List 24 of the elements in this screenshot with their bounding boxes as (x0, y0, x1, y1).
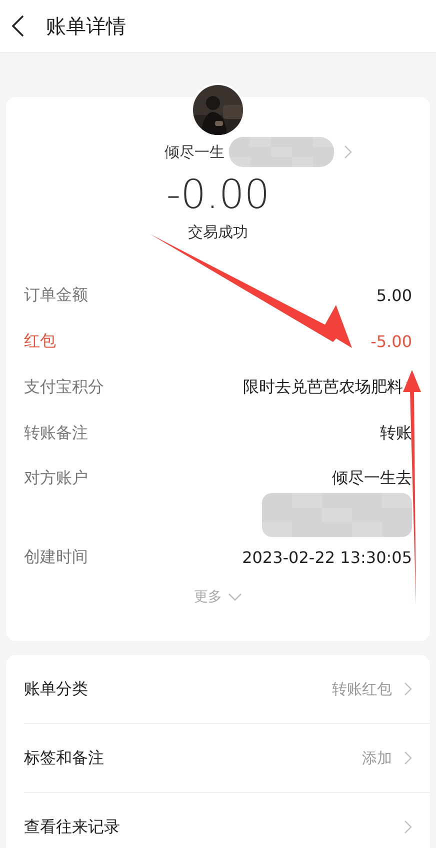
page-title: 账单详情 (46, 12, 126, 40)
caret-down-icon (228, 593, 242, 601)
amount-value: -0.00 (166, 173, 270, 217)
detail-value: 倾尽一生去 (332, 468, 412, 489)
detail-label: 对方账户 (24, 468, 88, 489)
detail-value: 5.00 (376, 286, 412, 304)
detail-label: 转账备注 (24, 422, 88, 444)
payee-name[interactable]: 倾尽一生 (164, 142, 224, 162)
chevron-right-icon (404, 820, 412, 834)
menu-item[interactable]: 标签和备注 添加 (24, 724, 430, 793)
detail-label: 创建时间 (24, 546, 88, 568)
detail-label: 订单金额 (24, 284, 88, 306)
detail-value: 转账 (380, 422, 412, 444)
menu-item[interactable]: 账单分类 转账红包 (24, 655, 430, 724)
detail-value: 2023-02-22 13:30:05 (242, 548, 412, 566)
detail-value[interactable]: 限时去兑芭芭农场肥料 (243, 376, 403, 398)
transaction-status: 交易成功 (188, 223, 248, 242)
detail-label: 支付宝积分 (24, 376, 104, 398)
chevron-right-icon (404, 682, 412, 696)
detail-label: 红包 (24, 330, 56, 352)
chevron-right-icon (404, 751, 412, 765)
detail-value: -5.00 (370, 332, 412, 350)
back-button[interactable] (10, 14, 26, 38)
menu-item[interactable]: 查看往来记录 (24, 793, 430, 848)
